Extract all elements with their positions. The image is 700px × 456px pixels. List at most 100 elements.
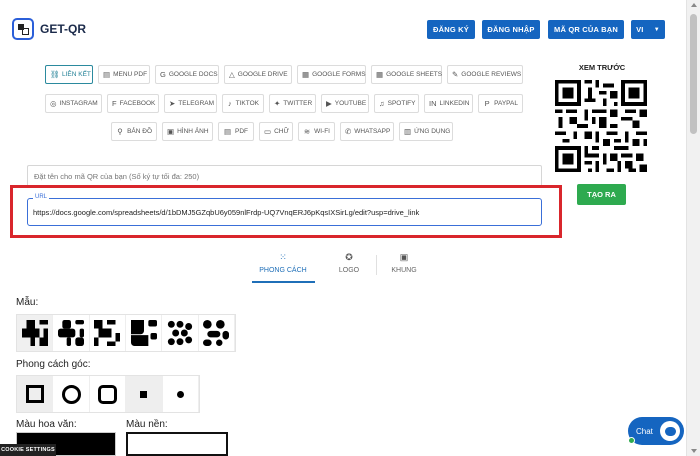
language-dropdown[interactable]: VI ▼	[631, 20, 665, 39]
type-paypal[interactable]: P PAYPAL	[478, 94, 523, 113]
tab-logo[interactable]: ✪ LOGO	[318, 252, 380, 274]
qr-logo-icon	[12, 18, 34, 40]
qr-code-preview	[555, 80, 647, 172]
corner-square-icon	[25, 385, 44, 403]
type-link[interactable]: ⛓ LIÊN KẾT	[45, 65, 93, 84]
chat-label: Chat	[636, 426, 653, 436]
corner-option-rounded[interactable]	[89, 376, 127, 412]
type-youtube[interactable]: ▶ YOUTUBE	[321, 94, 369, 113]
page-scrollbar[interactable]	[686, 0, 700, 456]
chat-bubble-icon	[660, 421, 680, 441]
google-sheets-icon: ▦	[376, 70, 384, 79]
cookie-settings-button[interactable]: COOKIE SETTINGS	[0, 444, 56, 456]
corner-dot-option-circle[interactable]	[162, 376, 200, 412]
pattern-color-label: Màu hoa văn:	[16, 419, 77, 430]
style-grid-icon: ⁙	[279, 252, 287, 262]
linkedin-icon: in	[429, 99, 437, 108]
facebook-icon: f	[112, 99, 117, 108]
image-icon: ▣	[167, 127, 175, 136]
type-menu-pdf[interactable]: ▤ MENU PDF	[98, 65, 150, 84]
type-pdf[interactable]: ▤ PDF	[218, 122, 254, 141]
corner-circle-icon	[61, 384, 81, 404]
scroll-down-icon[interactable]	[691, 449, 697, 453]
type-google-forms[interactable]: ▦ GOOGLE FORMS	[297, 65, 366, 84]
type-app[interactable]: ▥ ỨNG DỤNG	[399, 122, 453, 141]
pattern-option-dots[interactable]	[162, 315, 199, 351]
corner-rounded-icon	[98, 384, 118, 404]
type-google-reviews[interactable]: ✎ GOOGLE REVIEWS	[447, 65, 523, 84]
pattern-square-icon	[21, 320, 48, 346]
scroll-up-icon[interactable]	[691, 3, 697, 7]
youtube-icon: ▶	[326, 99, 332, 108]
map-pin-icon: ⚲	[117, 127, 123, 136]
type-wifi[interactable]: ≋ WI-FI	[298, 122, 335, 141]
type-google-docs[interactable]: G GOOGLE DOCS	[155, 65, 219, 84]
google-docs-icon: G	[160, 70, 166, 79]
frame-icon: ▣	[399, 252, 409, 262]
google-reviews-icon: ✎	[452, 70, 459, 79]
create-qr-button[interactable]: TẠO RA	[577, 184, 626, 205]
pattern-option-rounded[interactable]	[53, 315, 90, 351]
pattern-classy-icon	[94, 320, 121, 346]
tab-frame[interactable]: ▣ KHUNG	[373, 252, 435, 274]
corner-option-circle[interactable]	[53, 376, 90, 412]
corner-style-label: Phong cách góc:	[16, 359, 91, 370]
type-tiktok[interactable]: ♪ TIKTOK	[222, 94, 264, 113]
pattern-dots-icon	[167, 320, 193, 346]
pattern-option-classy-rounded[interactable]	[125, 315, 163, 351]
pattern-rounded-icon	[57, 320, 84, 346]
pattern-extra-rounded-icon	[203, 320, 230, 346]
spotify-icon: ♫	[379, 99, 385, 108]
type-google-drive[interactable]: △ GOOGLE DRIVE	[224, 65, 292, 84]
tiktok-icon: ♪	[227, 99, 232, 108]
type-image[interactable]: ▣ HÌNH ẢNH	[162, 122, 213, 141]
url-highlight-box	[10, 185, 562, 238]
corner-dot-circle-icon	[176, 390, 184, 398]
chat-widget-button[interactable]: Chat	[628, 417, 684, 445]
scrollbar-thumb[interactable]	[690, 14, 697, 134]
type-twitter[interactable]: ✦ TWITTER	[269, 94, 316, 113]
twitter-icon: ✦	[274, 99, 281, 108]
link-icon: ⛓	[50, 70, 60, 79]
site-logo[interactable]: GET-QR	[12, 18, 86, 40]
corner-dot-square-icon	[140, 390, 148, 398]
online-status-dot	[628, 437, 635, 444]
preview-title: XEM TRƯỚC	[578, 63, 626, 72]
google-drive-icon: △	[229, 70, 235, 79]
pattern-classy-rounded-icon	[130, 320, 157, 346]
logo-text: GET-QR	[40, 22, 87, 36]
tab-style[interactable]: ⁙ PHONG CÁCH	[252, 252, 314, 274]
type-telegram[interactable]: ➤ TELEGRAM	[164, 94, 217, 113]
type-facebook[interactable]: f FACEBOOK	[107, 94, 159, 113]
pattern-option-extra-rounded[interactable]	[198, 315, 235, 351]
type-instagram[interactable]: ◎ INSTAGRAM	[45, 94, 102, 113]
pattern-option-classy[interactable]	[89, 315, 126, 351]
chevron-down-icon: ▼	[653, 26, 660, 33]
my-qr-codes-button[interactable]: MÃ QR CỦA BẠN	[548, 20, 624, 39]
corner-style-options	[16, 375, 200, 413]
type-spotify[interactable]: ♫ SPOTIFY	[374, 94, 419, 113]
pattern-options	[16, 314, 236, 352]
logo-badge-icon: ✪	[345, 252, 353, 262]
qr-name-input[interactable]	[27, 165, 542, 187]
google-forms-icon: ▦	[302, 70, 310, 79]
app-icon: ▥	[404, 127, 412, 136]
site-header: GET-QR ĐĂNG KÝ ĐĂNG NHẬP MÃ QR CỦA BẠN V…	[0, 0, 686, 60]
register-button[interactable]: ĐĂNG KÝ	[427, 20, 475, 39]
telegram-icon: ➤	[169, 99, 176, 108]
type-map[interactable]: ⚲ BẢN ĐỒ	[111, 122, 157, 141]
corner-dot-option-square[interactable]	[126, 376, 163, 412]
pattern-option-square[interactable]	[17, 315, 54, 351]
type-google-sheets[interactable]: ▦ GOOGLE SHEETS	[371, 65, 442, 84]
type-whatsapp[interactable]: ✆ WHATSAPP	[340, 122, 394, 141]
pdf-icon: ▤	[223, 127, 232, 136]
menu-pdf-icon: ▤	[103, 70, 111, 79]
background-color-picker[interactable]	[126, 432, 228, 456]
login-button[interactable]: ĐĂNG NHẬP	[482, 20, 540, 39]
corner-option-square[interactable]	[17, 376, 54, 412]
type-text[interactable]: ▭ CHỮ	[259, 122, 293, 141]
type-linkedin[interactable]: in LINKEDIN	[424, 94, 473, 113]
whatsapp-icon: ✆	[345, 127, 352, 136]
background-color-label: Màu nền:	[126, 419, 168, 430]
instagram-icon: ◎	[50, 99, 57, 108]
